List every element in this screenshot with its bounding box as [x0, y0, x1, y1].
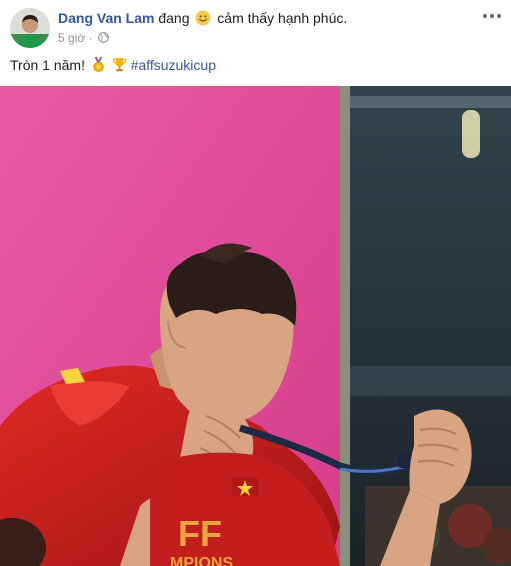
photo-image: FF MPIONS: [0, 86, 511, 566]
hashtag-link[interactable]: #affsuzukicup: [131, 57, 216, 73]
post-photo[interactable]: FF MPIONS: [0, 86, 511, 566]
author-name-link[interactable]: Dang Van Lam: [58, 10, 154, 26]
activity-verb: đang: [158, 10, 190, 26]
more-dot: [483, 14, 487, 18]
jersey-print-line2: MPIONS: [170, 555, 233, 566]
more-dot: [497, 14, 501, 18]
more-dot: [490, 14, 494, 18]
medal-icon: [91, 57, 106, 72]
globe-icon[interactable]: [98, 32, 109, 43]
smiley-icon: [195, 10, 211, 26]
feeling-text: cảm thấy hạnh phúc.: [217, 10, 348, 26]
meta-separator: ·: [88, 31, 93, 45]
avatar-image: [10, 8, 50, 48]
trophy-icon: [112, 57, 127, 72]
post-header: Dang Van Lam đang cảm thấy hạnh phúc. 5 …: [0, 0, 511, 56]
jersey-print-line1: FF: [178, 513, 222, 554]
timestamp-link[interactable]: 5 giờ: [58, 31, 85, 45]
post-body: Tròn 1 năm! #affsuzukicup: [10, 57, 216, 73]
post-subline: 5 giờ ·: [58, 31, 109, 45]
post-meta-line: Dang Van Lam đang cảm thấy hạnh phúc.: [58, 10, 347, 26]
post-body-text: Tròn 1 năm!: [10, 57, 85, 73]
more-options-icon[interactable]: [481, 8, 503, 24]
facebook-post: Dang Van Lam đang cảm thấy hạnh phúc. 5 …: [0, 0, 511, 566]
author-avatar[interactable]: [10, 8, 50, 48]
